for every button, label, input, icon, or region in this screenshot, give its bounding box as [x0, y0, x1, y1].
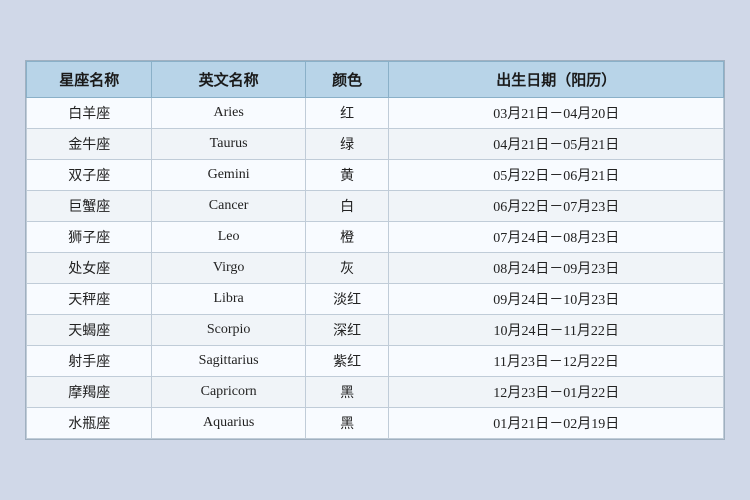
- cell-cn: 天蝎座: [27, 315, 152, 346]
- cell-color: 橙: [305, 222, 389, 253]
- cell-cn: 处女座: [27, 253, 152, 284]
- cell-en: Virgo: [152, 253, 305, 284]
- cell-date: 03月21日－04月20日: [389, 98, 724, 129]
- cell-date: 08月24日－09月23日: [389, 253, 724, 284]
- cell-cn: 摩羯座: [27, 377, 152, 408]
- cell-color: 黑: [305, 377, 389, 408]
- cell-color: 黑: [305, 408, 389, 439]
- table-row: 处女座Virgo灰08月24日－09月23日: [27, 253, 724, 284]
- table-row: 巨蟹座Cancer白06月22日－07月23日: [27, 191, 724, 222]
- cell-en: Gemini: [152, 160, 305, 191]
- table-row: 水瓶座Aquarius黑01月21日－02月19日: [27, 408, 724, 439]
- cell-en: Leo: [152, 222, 305, 253]
- cell-cn: 狮子座: [27, 222, 152, 253]
- table-row: 射手座Sagittarius紫红11月23日－12月22日: [27, 346, 724, 377]
- cell-cn: 射手座: [27, 346, 152, 377]
- cell-en: Scorpio: [152, 315, 305, 346]
- table-body: 白羊座Aries红03月21日－04月20日金牛座Taurus绿04月21日－0…: [27, 98, 724, 439]
- table-header-row: 星座名称 英文名称 颜色 出生日期（阳历）: [27, 62, 724, 98]
- cell-color: 紫红: [305, 346, 389, 377]
- cell-color: 黄: [305, 160, 389, 191]
- cell-cn: 白羊座: [27, 98, 152, 129]
- cell-cn: 天秤座: [27, 284, 152, 315]
- cell-cn: 金牛座: [27, 129, 152, 160]
- cell-date: 12月23日－01月22日: [389, 377, 724, 408]
- cell-date: 10月24日－11月22日: [389, 315, 724, 346]
- cell-en: Taurus: [152, 129, 305, 160]
- cell-en: Aries: [152, 98, 305, 129]
- cell-color: 绿: [305, 129, 389, 160]
- cell-color: 白: [305, 191, 389, 222]
- table-row: 双子座Gemini黄05月22日－06月21日: [27, 160, 724, 191]
- header-date: 出生日期（阳历）: [389, 62, 724, 98]
- table-row: 狮子座Leo橙07月24日－08月23日: [27, 222, 724, 253]
- table-row: 天秤座Libra淡红09月24日－10月23日: [27, 284, 724, 315]
- zodiac-table: 星座名称 英文名称 颜色 出生日期（阳历） 白羊座Aries红03月21日－04…: [26, 61, 724, 439]
- header-cn: 星座名称: [27, 62, 152, 98]
- cell-en: Cancer: [152, 191, 305, 222]
- cell-date: 05月22日－06月21日: [389, 160, 724, 191]
- cell-date: 06月22日－07月23日: [389, 191, 724, 222]
- cell-date: 04月21日－05月21日: [389, 129, 724, 160]
- header-en: 英文名称: [152, 62, 305, 98]
- zodiac-table-container: 星座名称 英文名称 颜色 出生日期（阳历） 白羊座Aries红03月21日－04…: [25, 60, 725, 440]
- cell-date: 11月23日－12月22日: [389, 346, 724, 377]
- table-row: 金牛座Taurus绿04月21日－05月21日: [27, 129, 724, 160]
- cell-color: 淡红: [305, 284, 389, 315]
- cell-date: 09月24日－10月23日: [389, 284, 724, 315]
- table-row: 摩羯座Capricorn黑12月23日－01月22日: [27, 377, 724, 408]
- header-color: 颜色: [305, 62, 389, 98]
- table-row: 白羊座Aries红03月21日－04月20日: [27, 98, 724, 129]
- cell-en: Libra: [152, 284, 305, 315]
- cell-color: 灰: [305, 253, 389, 284]
- table-row: 天蝎座Scorpio深红10月24日－11月22日: [27, 315, 724, 346]
- cell-cn: 双子座: [27, 160, 152, 191]
- cell-en: Sagittarius: [152, 346, 305, 377]
- cell-cn: 水瓶座: [27, 408, 152, 439]
- cell-color: 深红: [305, 315, 389, 346]
- cell-cn: 巨蟹座: [27, 191, 152, 222]
- cell-en: Aquarius: [152, 408, 305, 439]
- cell-date: 07月24日－08月23日: [389, 222, 724, 253]
- cell-date: 01月21日－02月19日: [389, 408, 724, 439]
- cell-color: 红: [305, 98, 389, 129]
- cell-en: Capricorn: [152, 377, 305, 408]
